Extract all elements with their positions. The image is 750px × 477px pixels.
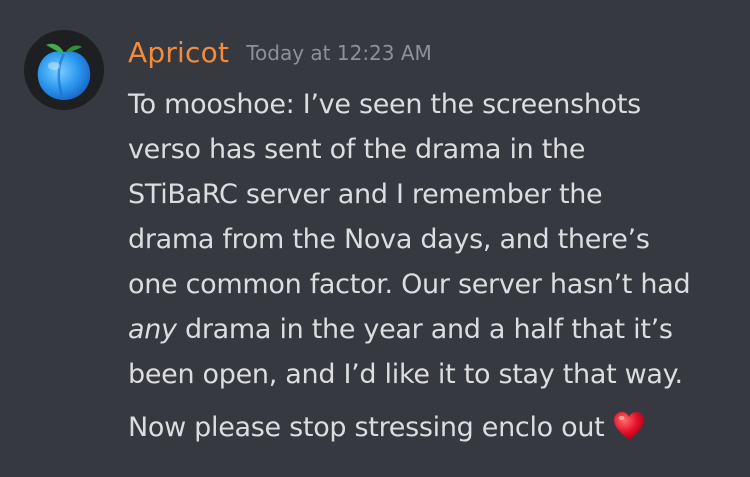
message-line: one common factor. Our server hasn’t had xyxy=(128,269,691,300)
message-line: been open, and I’d like it to stay that … xyxy=(128,359,683,390)
message-line: STiBaRC server and I remember the xyxy=(128,179,603,210)
message-line: verso has sent of the drama in the xyxy=(128,134,586,165)
peach-emoji-icon xyxy=(24,30,104,110)
message-line: To mooshoe: I’ve seen the screenshots xyxy=(128,89,641,120)
message-line-text: Now please stop stressing enclo out xyxy=(128,412,605,443)
message-line: any drama in the year and a half that it… xyxy=(128,307,728,352)
message-timestamp: Today at 12:23 AM xyxy=(246,41,432,65)
red-heart-icon xyxy=(612,410,646,442)
chat-message: Apricot Today at 12:23 AM To mooshoe: I’… xyxy=(0,0,750,477)
message-line-rest: drama in the year and a half that it’s xyxy=(176,314,673,345)
author-name[interactable]: Apricot xyxy=(128,36,229,69)
message-line-final: Now please stop stressing enclo out xyxy=(128,405,728,450)
message-line: drama from the Nova days, and there’s xyxy=(128,224,650,255)
emphasis-text: any xyxy=(128,314,177,345)
message-content: To mooshoe: I’ve seen the screenshots ve… xyxy=(128,82,728,450)
message-header: Apricot Today at 12:23 AM xyxy=(128,36,432,69)
avatar[interactable] xyxy=(24,30,104,110)
